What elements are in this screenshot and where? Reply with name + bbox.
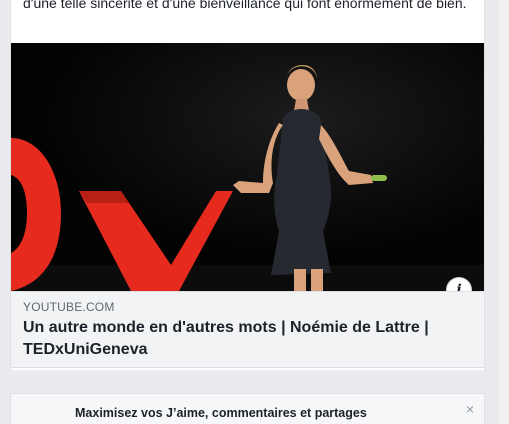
- close-icon[interactable]: ×: [466, 402, 474, 416]
- scrollbar[interactable]: [497, 0, 509, 424]
- banner-text: Maximisez vos J’aime, commentaires et pa…: [75, 406, 367, 420]
- feed-post: d'une telle sincérité et d'une bienveill…: [10, 0, 485, 370]
- link-domain: YOUTUBE.COM: [23, 300, 115, 314]
- video-thumbnail[interactable]: i: [11, 43, 484, 291]
- thumbnail-image: [11, 43, 484, 291]
- post-text: d'une telle sincérité et d'une bienveill…: [23, 0, 467, 11]
- link-title[interactable]: Un autre monde en d'autres mots | Noémie…: [23, 317, 463, 361]
- promo-banner: Maximisez vos J’aime, commentaires et pa…: [10, 393, 485, 424]
- link-preview[interactable]: YOUTUBE.COM Un autre monde en d'autres m…: [11, 291, 484, 368]
